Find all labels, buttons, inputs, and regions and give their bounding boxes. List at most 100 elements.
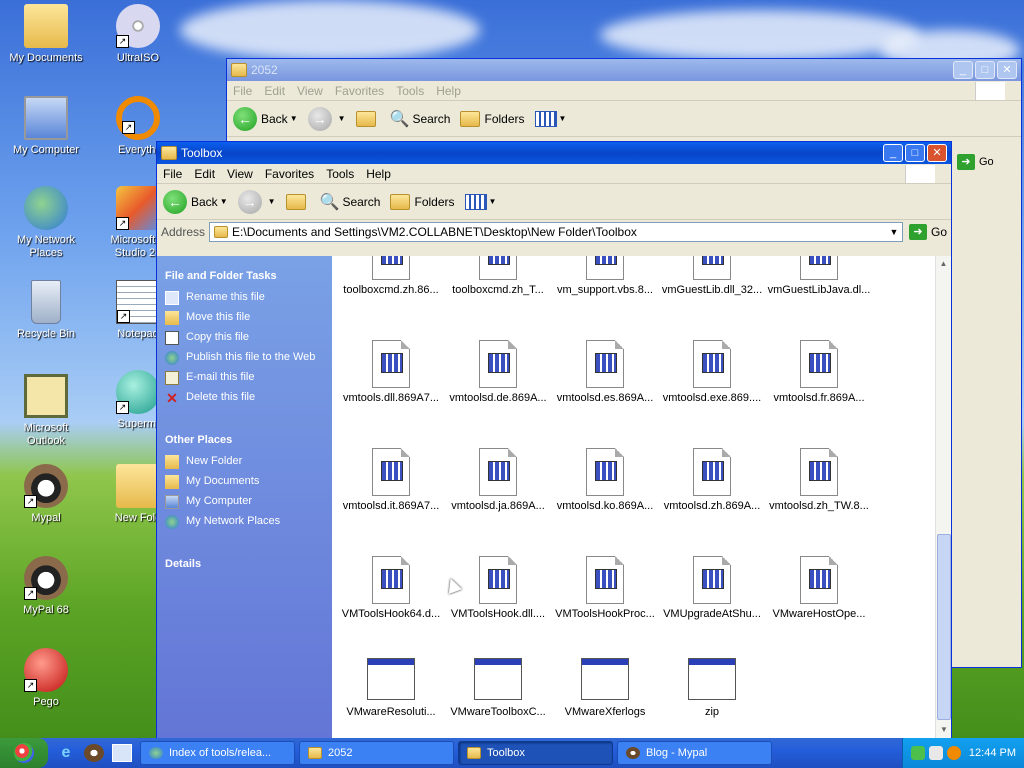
menu-view[interactable]: View bbox=[297, 84, 323, 98]
desktop-icon-pego[interactable]: ↗ Pego bbox=[6, 648, 86, 709]
network-tray-icon[interactable] bbox=[910, 746, 925, 760]
show-desktop-icon[interactable] bbox=[112, 744, 132, 762]
back-button[interactable]: ← Back ▼ bbox=[163, 189, 228, 214]
desktop-icon-recycle-bin[interactable]: Recycle Bin bbox=[6, 280, 86, 341]
chevron-down-icon[interactable]: ▼ bbox=[489, 197, 497, 206]
tools-tray-icon[interactable] bbox=[928, 746, 943, 760]
file-item[interactable]: VMUpgradeAtShu... bbox=[659, 556, 765, 620]
file-item[interactable]: vmtoolsd.zh_TW.8... bbox=[766, 448, 872, 512]
chevron-down-icon[interactable]: ▼ bbox=[338, 114, 346, 123]
file-item[interactable]: VMToolsHook64.d... bbox=[338, 556, 444, 620]
taskbar-item-toolbox[interactable]: Toolbox bbox=[458, 741, 613, 765]
file-item[interactable]: vmtools.dll.869A7... bbox=[338, 340, 444, 404]
file-item[interactable]: VMwareXferlogs bbox=[552, 658, 658, 718]
file-item[interactable]: vmGuestLib.dll_32... bbox=[659, 256, 765, 296]
file-item[interactable]: toolboxcmd.zh_T... bbox=[445, 256, 551, 296]
task-copy[interactable]: Copy this file bbox=[157, 328, 332, 348]
task-email[interactable]: E-mail this file bbox=[157, 368, 332, 388]
ie-icon[interactable]: e bbox=[56, 744, 76, 762]
menu-tools[interactable]: Tools bbox=[396, 84, 424, 98]
chevron-down-icon[interactable]: ▼ bbox=[220, 197, 228, 206]
taskbar-item-browser[interactable]: Index of tools/relea... bbox=[140, 741, 295, 765]
desktop-icon-ultraiso[interactable]: ↗ UltraISO bbox=[98, 4, 178, 65]
menu-file[interactable]: File bbox=[233, 84, 252, 98]
explorer-window-toolbox[interactable]: Toolbox _ □ ✕ File Edit View Favorites T… bbox=[156, 141, 952, 739]
place-my-computer[interactable]: My Computer bbox=[157, 492, 332, 512]
desktop-icon-network-places[interactable]: My Network Places bbox=[6, 186, 86, 260]
up-folder-button[interactable] bbox=[355, 110, 380, 127]
views-button[interactable]: ▼ bbox=[534, 110, 567, 127]
file-item[interactable]: zip bbox=[659, 658, 765, 718]
maximize-button[interactable]: □ bbox=[975, 61, 995, 79]
up-folder-button[interactable] bbox=[285, 193, 310, 210]
menu-help[interactable]: Help bbox=[436, 84, 461, 98]
menu-file[interactable]: File bbox=[163, 167, 182, 181]
scroll-down-arrow-icon[interactable]: ▼ bbox=[936, 722, 952, 738]
close-button[interactable]: ✕ bbox=[997, 61, 1017, 79]
clock[interactable]: 12:44 PM bbox=[969, 747, 1016, 759]
file-item[interactable]: vmtoolsd.exe.869.... bbox=[659, 340, 765, 404]
search-button[interactable]: 🔍 Search bbox=[320, 192, 381, 212]
scrollbar-thumb[interactable] bbox=[937, 534, 951, 720]
views-button[interactable]: ▼ bbox=[464, 193, 497, 210]
place-network-places[interactable]: My Network Places bbox=[157, 512, 332, 532]
places-header[interactable]: Other Places bbox=[157, 408, 332, 452]
file-item[interactable]: vmtoolsd.ko.869A... bbox=[552, 448, 658, 512]
task-rename[interactable]: Rename this file bbox=[157, 288, 332, 308]
file-item[interactable]: vmtoolsd.zh.869A... bbox=[659, 448, 765, 512]
menu-edit[interactable]: Edit bbox=[194, 167, 215, 181]
chevron-down-icon[interactable]: ▼ bbox=[268, 197, 276, 206]
file-item[interactable]: vm_support.vbs.8... bbox=[552, 256, 658, 296]
file-item[interactable]: vmtoolsd.it.869A7... bbox=[338, 448, 444, 512]
menu-tools[interactable]: Tools bbox=[326, 167, 354, 181]
chevron-down-icon[interactable]: ▼ bbox=[886, 227, 902, 237]
file-item[interactable]: vmtoolsd.fr.869A... bbox=[766, 340, 872, 404]
scroll-up-arrow-icon[interactable]: ▲ bbox=[936, 256, 951, 272]
chevron-down-icon[interactable]: ▼ bbox=[290, 114, 298, 123]
taskbar-item-mypal[interactable]: Blog - Mypal bbox=[617, 741, 772, 765]
search-tray-icon[interactable] bbox=[946, 746, 961, 760]
file-item[interactable]: vmGuestLibJava.dl... bbox=[766, 256, 872, 296]
desktop-icon-mypal[interactable]: ↗ Mypal bbox=[6, 464, 86, 525]
desktop-icon-my-documents[interactable]: My Documents bbox=[6, 4, 86, 65]
file-item[interactable]: VMwareHostOpe... bbox=[766, 556, 872, 620]
search-button[interactable]: 🔍 Search bbox=[390, 109, 451, 129]
menu-view[interactable]: View bbox=[227, 167, 253, 181]
task-delete[interactable]: ✕ Delete this file bbox=[157, 388, 332, 408]
go-button[interactable]: ➜ Go bbox=[951, 151, 1017, 173]
close-button[interactable]: ✕ bbox=[927, 144, 947, 162]
desktop-icon-my-computer[interactable]: My Computer bbox=[6, 96, 86, 157]
tasks-header[interactable]: File and Folder Tasks bbox=[157, 256, 332, 288]
file-item[interactable]: vmtoolsd.ja.869A... bbox=[445, 448, 551, 512]
window-titlebar[interactable]: Toolbox _ □ ✕ bbox=[157, 142, 951, 164]
file-item[interactable]: VMToolsHookProc... bbox=[552, 556, 658, 620]
taskbar-item-2052[interactable]: 2052 bbox=[299, 741, 454, 765]
file-item[interactable]: vmtoolsd.es.869A... bbox=[552, 340, 658, 404]
task-publish[interactable]: Publish this file to the Web bbox=[157, 348, 332, 368]
mypal-icon[interactable] bbox=[84, 744, 104, 762]
chevron-down-icon[interactable]: ▼ bbox=[559, 114, 567, 123]
file-item[interactable]: toolboxcmd.zh.86... bbox=[338, 256, 444, 296]
details-header[interactable]: Details bbox=[157, 532, 332, 576]
file-list[interactable]: toolboxcmd.zh.86... toolboxcmd.zh_T... vm_… bbox=[332, 256, 935, 738]
forward-button[interactable]: → ▼ bbox=[237, 189, 276, 214]
forward-button[interactable]: → ▼ bbox=[307, 106, 346, 131]
desktop-icon-mypal-68[interactable]: ↗ MyPal 68 bbox=[6, 556, 86, 617]
place-new-folder[interactable]: New Folder bbox=[157, 452, 332, 472]
file-item[interactable]: vmtoolsd.de.869A... bbox=[445, 340, 551, 404]
minimize-button[interactable]: _ bbox=[953, 61, 973, 79]
go-button[interactable]: ➜ Go bbox=[908, 224, 947, 240]
folders-button[interactable]: Folders bbox=[460, 110, 525, 127]
menu-favorites[interactable]: Favorites bbox=[265, 167, 314, 181]
task-move[interactable]: Move this file bbox=[157, 308, 332, 328]
address-field[interactable]: E:\Documents and Settings\VM2.COLLABNET\… bbox=[209, 222, 903, 242]
vertical-scrollbar[interactable]: ▲ ▼ bbox=[935, 256, 951, 738]
file-item[interactable]: VMwareToolboxC... bbox=[445, 658, 551, 718]
menu-edit[interactable]: Edit bbox=[264, 84, 285, 98]
file-item[interactable]: VMwareResoluti... bbox=[338, 658, 444, 718]
back-button[interactable]: ← Back ▼ bbox=[233, 106, 298, 131]
folders-button[interactable]: Folders bbox=[390, 193, 455, 210]
menu-favorites[interactable]: Favorites bbox=[335, 84, 384, 98]
minimize-button[interactable]: _ bbox=[883, 144, 903, 162]
desktop-icon-outlook[interactable]: Microsoft Outlook bbox=[6, 374, 86, 448]
